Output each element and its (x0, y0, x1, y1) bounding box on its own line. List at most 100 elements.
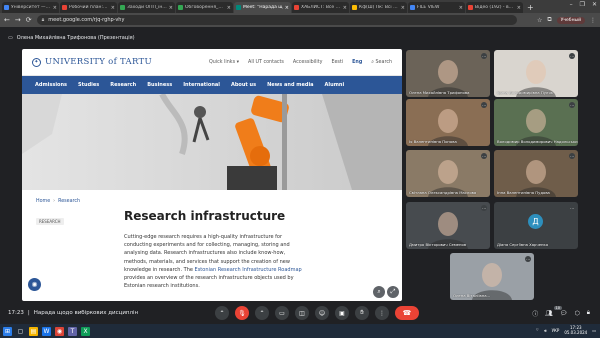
breadcrumb-research[interactable]: Research (58, 199, 80, 204)
mic-toggle-button[interactable]: 🎙︎ (235, 306, 249, 320)
reactions-button[interactable]: ☺ (315, 306, 329, 320)
windows-start-icon[interactable]: ⊞ (3, 326, 12, 336)
close-icon[interactable]: ✕ (592, 1, 597, 8)
leave-call-button[interactable]: ☎︎ (395, 306, 419, 320)
tab-close-icon[interactable]: × (169, 5, 173, 11)
chrome-icon[interactable]: ◉ (55, 326, 64, 336)
main-nav: Admissions Studies Research Business Interna… (22, 76, 402, 94)
tab-favicon-icon (294, 5, 299, 10)
tab-favicon-icon (178, 5, 183, 10)
activities-icon[interactable]: ⬡ (575, 310, 580, 317)
menu-icon[interactable]: ⋮ (590, 17, 596, 24)
nav-item[interactable]: News and media (267, 82, 313, 88)
tab-close-icon[interactable]: × (459, 5, 463, 11)
nav-item[interactable]: Alumni (325, 82, 345, 88)
participant-tile[interactable]: ⋯ Олена Михайлівна Трифонова (406, 50, 490, 97)
quick-links[interactable]: Quick links ▾ (209, 60, 239, 65)
participant-avatar: Д (528, 214, 543, 229)
url-field[interactable]: 🔒︎ meet.google.com/rjq-rghp-vhy (36, 15, 517, 25)
more-options-button[interactable]: ⋮ (375, 306, 389, 320)
present-button[interactable]: ▣ (335, 306, 349, 320)
camera-toggle-button[interactable]: ▭ (275, 306, 289, 320)
fullscreen-icon[interactable]: ⤢ (387, 286, 399, 298)
browser-tab[interactable]: Заходи ОПП_інф_Ро× (118, 2, 175, 13)
raise-hand-button[interactable]: ✋︎ (355, 306, 369, 320)
nav-item[interactable]: Business (147, 82, 172, 88)
tab-favicon-icon (62, 5, 67, 10)
new-tab-button[interactable]: + (527, 2, 534, 13)
chevron-up-icon: ⌃ (219, 309, 225, 317)
network-icon[interactable]: ⌔ (535, 327, 539, 333)
tab-close-icon[interactable]: × (227, 5, 231, 11)
participant-tile[interactable]: ⋯ Ірина Володимирівна Пуляк (494, 50, 578, 97)
lang-eng[interactable]: Eng (352, 60, 362, 65)
tab-close-icon[interactable]: × (343, 5, 347, 11)
nav-item[interactable]: About us (231, 82, 256, 88)
nav-item[interactable]: Studies (78, 82, 99, 88)
word-icon[interactable]: W (42, 326, 51, 336)
tab-title: ХАБЛИСТ: Все новин (301, 5, 341, 10)
info-icon[interactable]: ⓘ (532, 309, 538, 318)
participant-tile[interactable]: ⋯ Володимир Володимирович Надольський (494, 99, 578, 146)
participant-tile[interactable]: Д ⋯ Діана Сергіївна Харченко (494, 202, 578, 249)
notifications-icon[interactable]: ▭ (592, 328, 596, 333)
explorer-icon[interactable]: ▤ (29, 326, 38, 336)
meeting-name: Нарада щодо вибіркових дисциплін (33, 310, 139, 316)
nav-item[interactable]: Research (110, 82, 136, 88)
lock-icon[interactable]: 🔒︎ (587, 309, 590, 317)
back-icon[interactable]: ← (4, 16, 10, 24)
browser-tab[interactable]: Відео (192) - вхідн × (466, 2, 523, 13)
accessibility-link[interactable]: Accessibility (293, 60, 323, 65)
participant-tile[interactable]: ⋯ Світлана Олександрівна Маслова (406, 150, 490, 197)
participant-tile[interactable]: ⋯ Дмитро Вікторович Семенов (406, 202, 490, 249)
nav-item[interactable]: Admissions (35, 82, 67, 88)
excel-icon[interactable]: X (81, 326, 90, 336)
nav-item[interactable]: International (183, 82, 220, 88)
meet-bottom-bar: 17:23 | Нарада щодо вибіркових дисциплін… (0, 302, 600, 324)
accessibility-fab[interactable]: ✺ (28, 278, 41, 291)
mic-options-button[interactable]: ⌃ (215, 306, 229, 320)
tab-close-icon[interactable]: × (285, 5, 289, 11)
university-logo[interactable]: ✦ UNIVERSITY of TARTU (32, 57, 152, 67)
browser-tab[interactable]: Кф(Ш) Пк: Всі нови× (350, 2, 407, 13)
browser-tab[interactable]: FILE VIEW × (408, 2, 465, 13)
captions-button[interactable]: ◫ (295, 306, 309, 320)
people-icon[interactable]: 👥︎ (545, 310, 553, 317)
participant-tile[interactable]: ⋯ Олена Віталіївна... (450, 253, 534, 300)
browser-tab[interactable]: Meet: "Нарада щ × (234, 2, 291, 13)
minimize-icon[interactable]: – (570, 1, 573, 8)
language-indicator[interactable]: УКР (552, 328, 560, 333)
browser-tab[interactable]: Університет — Цен× (2, 2, 59, 13)
teams-icon[interactable]: T (68, 326, 77, 336)
zoom-icon[interactable]: ⌕ (373, 286, 385, 298)
participant-tile[interactable]: ⋯ Інна Валентинівна Пудова (494, 150, 578, 197)
taskview-icon[interactable]: ▢ (16, 327, 25, 336)
breadcrumb-home[interactable]: Home (36, 199, 50, 204)
profile-button[interactable]: Учебный (556, 16, 585, 24)
forward-icon[interactable]: → (15, 16, 21, 24)
maximize-icon[interactable]: ❐ (580, 1, 585, 8)
tab-close-icon[interactable]: × (517, 5, 521, 11)
camera-options-button[interactable]: ⌃ (255, 306, 269, 320)
search-link[interactable]: ⌕ Search (371, 59, 392, 65)
chat-icon[interactable]: 💬︎ (560, 310, 568, 317)
lang-eesti[interactable]: Eesti (331, 60, 343, 65)
tab-close-icon[interactable]: × (111, 5, 115, 11)
reload-icon[interactable]: ⟳ (26, 16, 32, 24)
contacts-link[interactable]: All UT contacts (248, 60, 284, 65)
tab-favicon-icon (410, 5, 415, 10)
roadmap-link[interactable]: Estonian Research Infrastructure Roadmap (195, 267, 302, 273)
tab-close-icon[interactable]: × (401, 5, 405, 11)
browser-tab[interactable]: Обговорення_ОПП × (176, 2, 233, 13)
category-tag[interactable]: RESEARCH (36, 218, 64, 225)
tab-close-icon[interactable]: × (53, 5, 57, 11)
star-icon[interactable]: ☆ (537, 17, 542, 24)
extensions-icon[interactable]: ⧉ (547, 16, 551, 24)
participant-tile[interactable]: ⋯ Ія Валентинівна Попова (406, 99, 490, 146)
browser-tab[interactable]: ХАБЛИСТ: Все новин× (292, 2, 349, 13)
volume-icon[interactable]: 🔊︎ (544, 328, 547, 333)
tab-favicon-icon (4, 5, 9, 10)
tab-favicon-icon (120, 5, 125, 10)
clock[interactable]: 17:23 05.03.2024 (564, 325, 587, 335)
browser-tab[interactable]: Робочий план: Сім × (60, 2, 117, 13)
